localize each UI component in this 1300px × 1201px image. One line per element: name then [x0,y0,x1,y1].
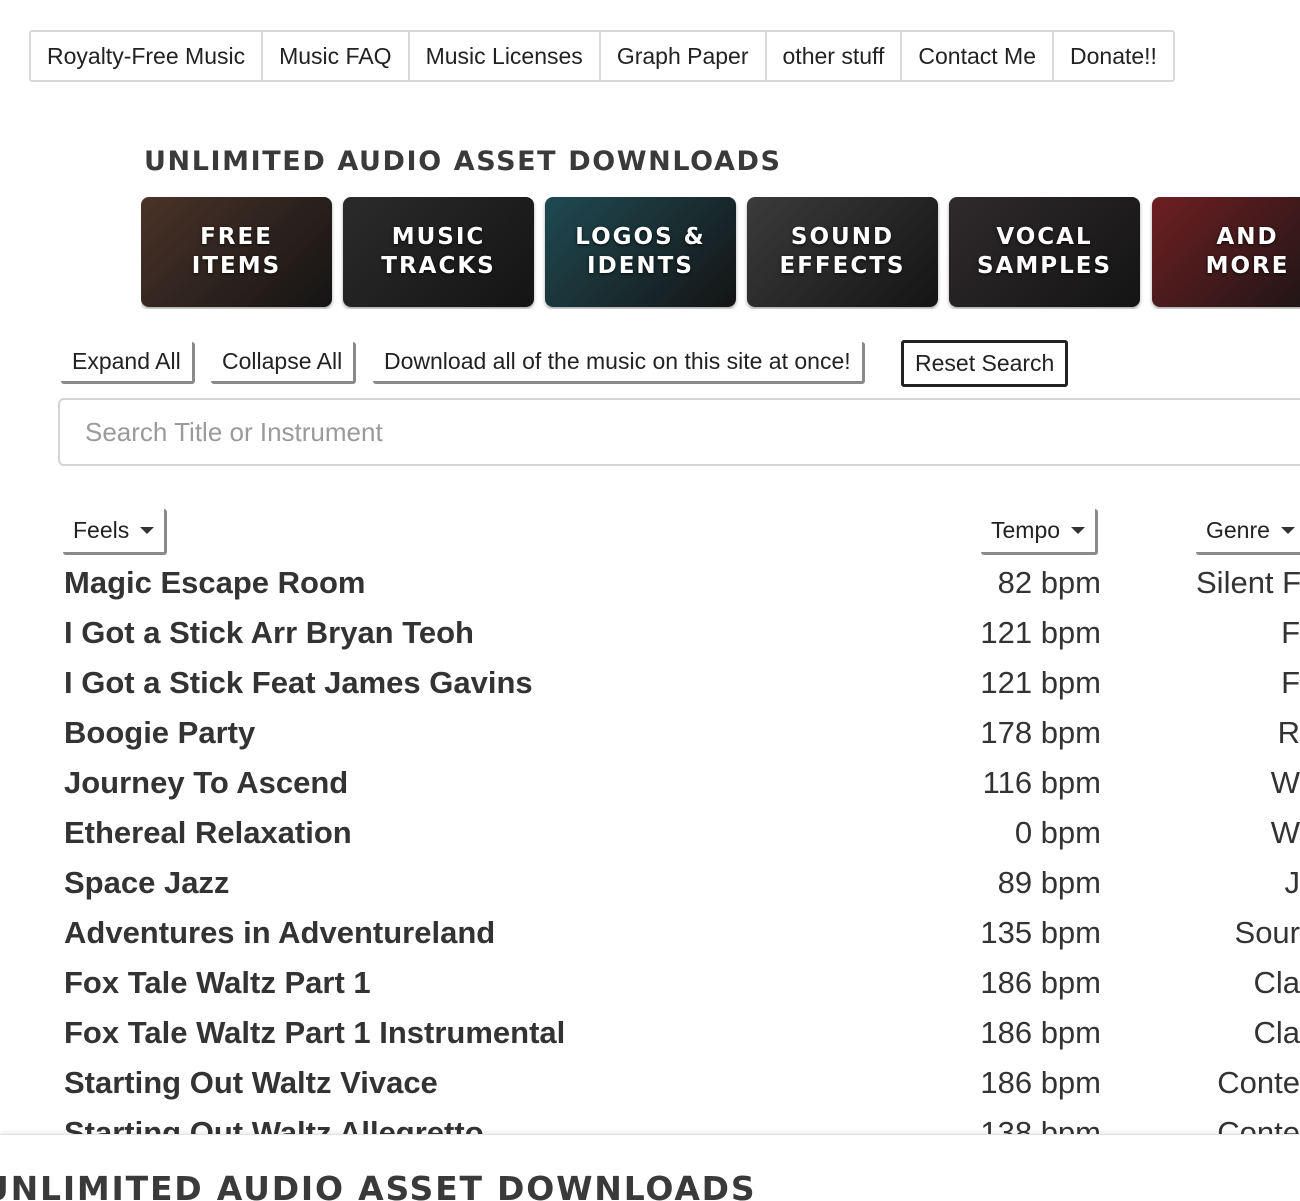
tile-free-items[interactable]: FREE ITEMS [141,197,332,307]
caret-down-icon [1071,527,1086,534]
tile-vocal-samples[interactable]: VOCAL SAMPLES [949,197,1140,307]
track-genre: F [1281,665,1300,700]
expand-all-button[interactable]: Expand All [61,342,195,384]
caret-down-icon [140,527,155,534]
nav-other-stuff[interactable]: other stuff [767,32,903,80]
track-row[interactable]: Fox Tale Waltz Part 1 186 bpm Cla [0,959,1300,1009]
track-row[interactable]: Journey To Ascend 116 bpm W [0,759,1300,809]
search-input[interactable] [58,398,1300,466]
reset-search-button[interactable]: Reset Search [901,340,1069,387]
track-tempo: 186 bpm [980,1065,1101,1100]
track-title[interactable]: Starting Out Waltz Allegretto [64,1115,484,1134]
track-genre: Cla [1253,965,1300,1000]
track-title[interactable]: Space Jazz [64,865,229,901]
track-row[interactable]: Starting Out Waltz Allegretto 138 bpm Co… [0,1109,1300,1134]
track-genre: Sour [1234,915,1300,950]
track-row[interactable]: Ethereal Relaxation 0 bpm W [0,809,1300,859]
tile-and-more[interactable]: AND MORE [1152,197,1300,307]
track-tempo: 138 bpm [980,1115,1101,1134]
track-genre: Cla [1253,1015,1300,1050]
track-tempo: 116 bpm [982,765,1101,800]
nav-music-faq[interactable]: Music FAQ [263,32,410,80]
tile-label: LOGOS & IDENTS [575,224,706,279]
track-tempo: 121 bpm [980,615,1101,650]
track-tempo: 178 bpm [980,715,1101,750]
nav-donate[interactable]: Donate!! [1054,32,1173,80]
track-genre: W [1270,765,1300,800]
track-tempo: 89 bpm [997,865,1101,900]
nav-contact-me[interactable]: Contact Me [902,32,1054,80]
track-title[interactable]: I Got a Stick Arr Bryan Teoh [64,615,474,651]
track-title[interactable]: Adventures in Adventureland [64,915,495,951]
banner-title: UNLIMITED AUDIO ASSET DOWNLOADS [144,146,782,177]
track-title[interactable]: Ethereal Relaxation [64,815,352,851]
track-tempo: 82 bpm [997,565,1101,600]
tile-label: FREE ITEMS [191,224,282,279]
track-tempo: 135 bpm [980,915,1101,950]
top-nav: Royalty-Free Music Music FAQ Music Licen… [29,30,1175,82]
track-title[interactable]: Starting Out Waltz Vivace [64,1065,438,1101]
track-genre: F [1281,615,1300,650]
track-title[interactable]: Fox Tale Waltz Part 1 [64,965,371,1001]
track-title[interactable]: I Got a Stick Feat James Gavins [64,665,533,701]
track-title[interactable]: Magic Escape Room [64,565,365,601]
track-row[interactable]: Fox Tale Waltz Part 1 Instrumental 186 b… [0,1009,1300,1059]
track-genre: Conte [1217,1065,1300,1100]
track-row[interactable]: I Got a Stick Feat James Gavins 121 bpm … [0,659,1300,709]
nav-music-licenses[interactable]: Music Licenses [410,32,601,80]
collapse-all-button[interactable]: Collapse All [211,342,357,384]
caret-down-icon [1280,527,1295,534]
track-row[interactable]: Space Jazz 89 bpm J [0,859,1300,909]
track-title[interactable]: Fox Tale Waltz Part 1 Instrumental [64,1015,565,1051]
sticky-banner: UNLIMITED AUDIO ASSET DOWNLOADS [0,1134,1300,1201]
genre-filter-label: Genre [1206,517,1270,543]
track-list: Magic Escape Room 82 bpm Silent F I Got … [0,559,1300,1134]
track-row[interactable]: Boogie Party 178 bpm R [0,709,1300,759]
nav-graph-paper[interactable]: Graph Paper [601,32,767,80]
sticky-banner-title: UNLIMITED AUDIO ASSET DOWNLOADS [0,1169,757,1201]
tile-label: VOCAL SAMPLES [976,224,1113,279]
tile-sound-effects[interactable]: SOUND EFFECTS [747,197,938,307]
track-tempo: 186 bpm [980,1015,1101,1050]
track-row[interactable]: Adventures in Adventureland 135 bpm Sour [0,909,1300,959]
genre-filter-dropdown[interactable]: Genre [1196,509,1300,555]
feels-filter-label: Feels [73,517,130,543]
track-title[interactable]: Boogie Party [64,715,255,751]
track-tempo: 186 bpm [980,965,1101,1000]
track-title[interactable]: Journey To Ascend [64,765,348,801]
track-row[interactable]: Magic Escape Room 82 bpm Silent F [0,559,1300,609]
tile-label: MUSIC TRACKS [381,224,496,279]
track-genre: R [1277,715,1300,750]
tile-logos-idents[interactable]: LOGOS & IDENTS [545,197,736,307]
tile-label: AND MORE [1205,224,1290,279]
tempo-filter-label: Tempo [991,517,1061,543]
track-genre: W [1270,815,1300,850]
nav-royalty-free-music[interactable]: Royalty-Free Music [31,32,264,80]
track-genre: Conte [1217,1115,1300,1134]
tile-music-tracks[interactable]: MUSIC TRACKS [343,197,534,307]
track-genre: Silent F [1196,565,1300,600]
track-tempo: 0 bpm [1014,815,1101,850]
track-tempo: 121 bpm [980,665,1101,700]
track-row[interactable]: I Got a Stick Arr Bryan Teoh 121 bpm F [0,609,1300,659]
category-tiles: FREE ITEMS MUSIC TRACKS LOGOS & IDENTS S… [141,197,1300,309]
download-all-button[interactable]: Download all of the music on this site a… [373,342,865,384]
tile-label: SOUND EFFECTS [779,224,906,279]
feels-filter-dropdown[interactable]: Feels [63,509,168,555]
track-row[interactable]: Starting Out Waltz Vivace 186 bpm Conte [0,1059,1300,1109]
tempo-filter-dropdown[interactable]: Tempo [981,509,1099,555]
track-genre: J [1284,865,1300,900]
